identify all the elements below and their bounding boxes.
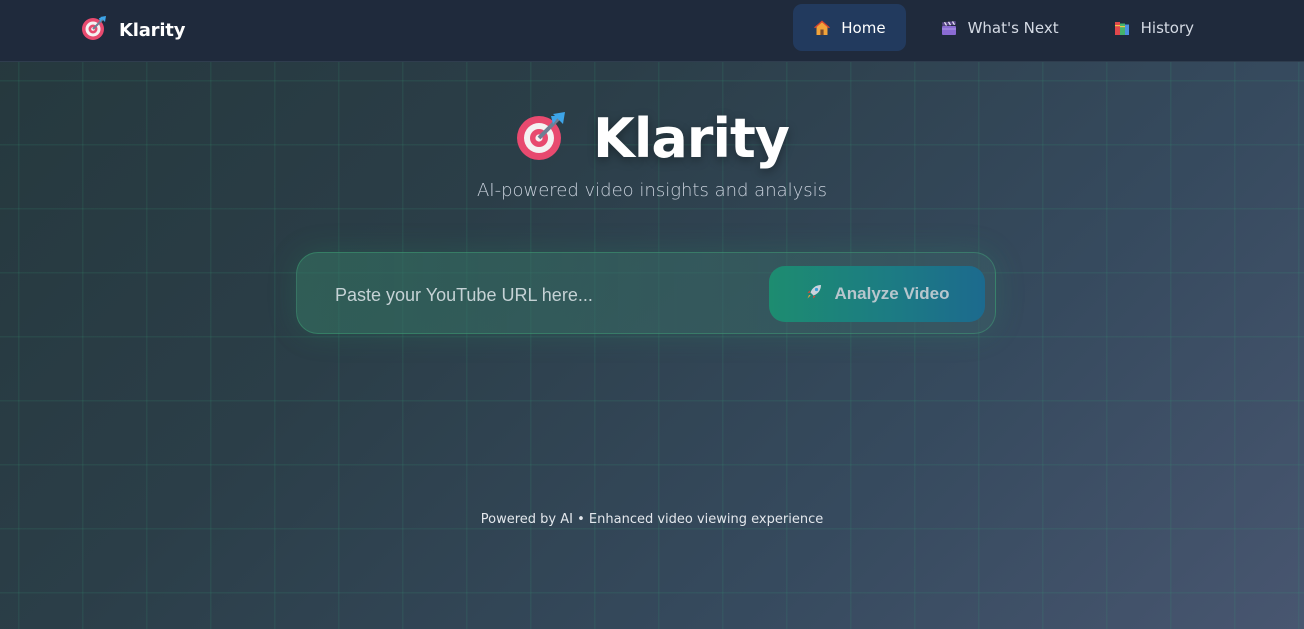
nav-item-label: History	[1140, 18, 1194, 37]
nav-item-label: Home	[841, 18, 886, 37]
url-search-box: Analyze Video	[296, 252, 996, 334]
footer-tagline: Powered by AI • Enhanced video viewing e…	[480, 512, 824, 527]
top-navbar: Klarity Home What's Next History	[0, 0, 1304, 62]
nav-item-whats-next[interactable]: What's Next	[920, 4, 1079, 51]
hero-title-row: Klarity	[0, 100, 1304, 176]
nav-links: Home What's Next History	[793, 4, 1214, 51]
clapperboard-icon	[940, 19, 958, 37]
books-icon	[1113, 19, 1131, 37]
page-subtitle: AI-powered video insights and analysis	[476, 180, 828, 201]
hero-section: Klarity AI-powered video insights and an…	[0, 100, 1304, 202]
house-icon	[813, 19, 831, 37]
target-dart-icon	[515, 110, 567, 167]
analyze-video-button[interactable]: Analyze Video	[769, 266, 985, 322]
nav-item-home[interactable]: Home	[793, 4, 906, 51]
brand-link[interactable]: Klarity	[81, 15, 186, 46]
page-title: Klarity	[593, 106, 790, 170]
nav-item-label: What's Next	[967, 18, 1059, 37]
youtube-url-input[interactable]	[333, 273, 757, 317]
nav-item-history[interactable]: History	[1093, 4, 1214, 51]
brand-name: Klarity	[119, 19, 186, 41]
analyze-button-label: Analyze Video	[834, 284, 950, 303]
target-dart-icon	[81, 15, 107, 46]
rocket-icon	[805, 283, 823, 306]
